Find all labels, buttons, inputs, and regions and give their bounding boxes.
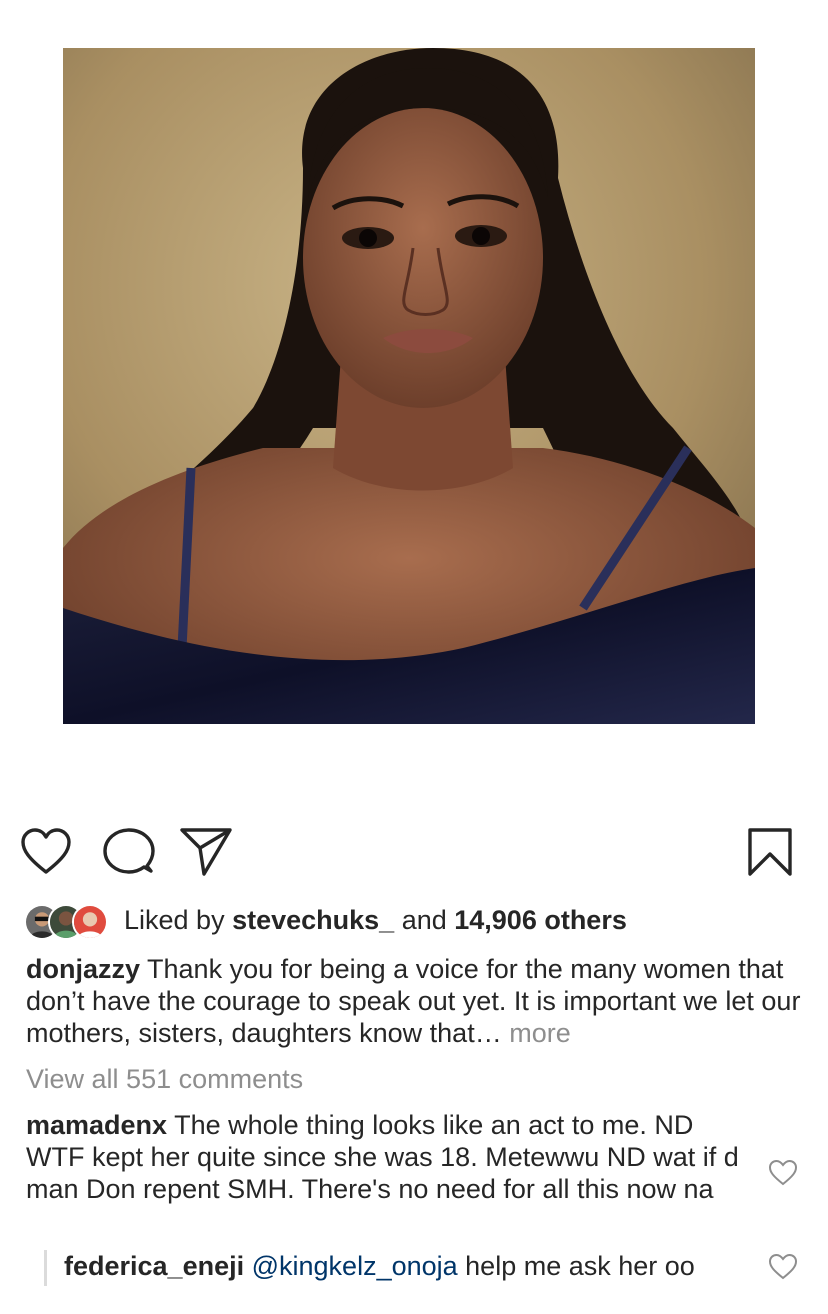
likes-count[interactable]: 14,906 others [454, 905, 627, 935]
post-action-bar [0, 820, 828, 880]
likes-prefix: Liked by [124, 905, 233, 935]
comment-bubble-icon[interactable] [100, 824, 156, 880]
comment-mention[interactable]: @kingkelz_onoja [244, 1251, 458, 1281]
reply-indicator [44, 1250, 47, 1286]
heart-outline-icon[interactable] [768, 1252, 798, 1282]
view-all-comments-link[interactable]: View all 551 comments [26, 1062, 303, 1096]
liker-avatars [24, 900, 116, 940]
caption-more-link[interactable]: more [502, 1018, 571, 1048]
avatar [72, 904, 108, 940]
liker-username[interactable]: stevechuks_ [232, 905, 394, 935]
likes-connector: and [394, 905, 455, 935]
paper-plane-icon[interactable] [178, 824, 234, 880]
caption-text: Thank you for being a voice for the many… [26, 954, 801, 1048]
caption-username[interactable]: donjazzy [26, 954, 140, 984]
post-photo[interactable] [63, 48, 755, 724]
comment-username[interactable]: mamadenx [26, 1110, 167, 1140]
heart-outline-icon[interactable] [768, 1158, 798, 1188]
comment-text: help me ask her oo [457, 1251, 695, 1281]
likes-summary[interactable]: Liked by stevechuks_ and 14,906 others [24, 898, 627, 942]
likes-text: Liked by stevechuks_ and 14,906 others [124, 900, 627, 940]
heart-icon[interactable] [18, 824, 74, 880]
comment-item: mamadenx The whole thing looks like an a… [26, 1109, 746, 1205]
comment-item: federica_eneji @kingkelz_onoja help me a… [64, 1250, 754, 1282]
bookmark-icon[interactable] [742, 824, 798, 880]
comment-username[interactable]: federica_eneji [64, 1251, 244, 1281]
portrait-image [63, 48, 755, 724]
post-caption: donjazzy Thank you for being a voice for… [26, 953, 806, 1049]
